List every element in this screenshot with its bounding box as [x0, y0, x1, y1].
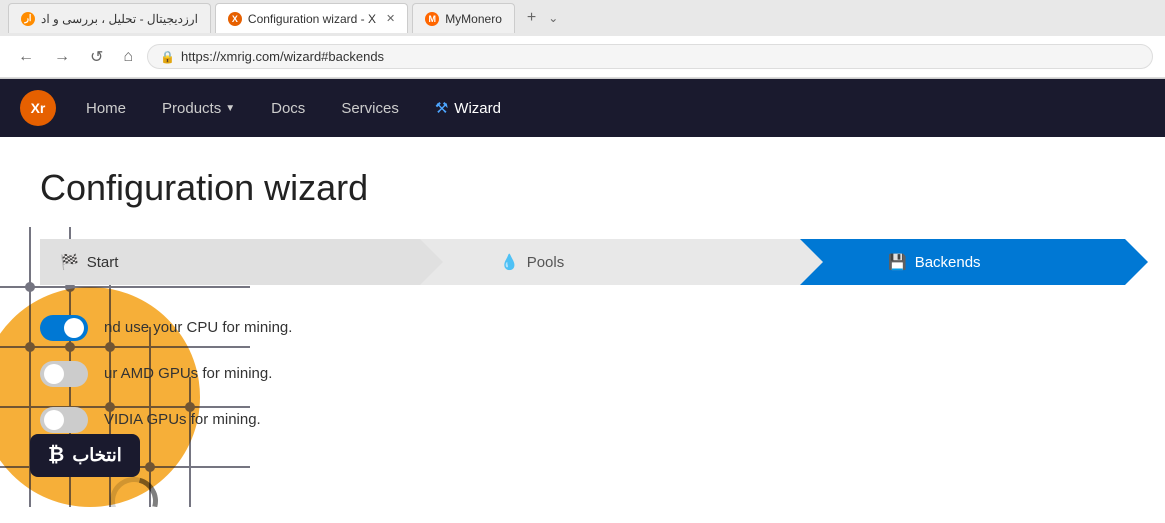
step-pools[interactable]: 💧 Pools [420, 239, 800, 285]
tab-overflow-button[interactable]: ⌄ [548, 11, 558, 25]
browser-chrome: ار ارزدیجیتال - تحلیل ، بررسی و اد X Con… [0, 0, 1165, 79]
tab-1[interactable]: ار ارزدیجیتال - تحلیل ، بررسی و اد [8, 3, 211, 33]
address-text: https://xmrig.com/wizard#backends [181, 49, 1140, 64]
pools-arrow [800, 239, 823, 285]
tab-1-favicon: ار [21, 12, 35, 26]
nvidia-section: VIDIA GPUs for mining. [40, 407, 1125, 433]
start-icon: 🏁 [60, 253, 79, 271]
selection-badge: ₿ انتخاب [30, 434, 140, 477]
site-logo: Xr [20, 90, 56, 126]
tab-bar: ار ارزدیجیتال - تحلیل ، بررسی و اد X Con… [0, 0, 1165, 36]
nav-services[interactable]: Services [327, 92, 413, 125]
backends-arrow [1125, 239, 1148, 285]
cpu-toggle[interactable] [40, 315, 88, 341]
cpu-section: nd use your CPU for mining. [40, 315, 1125, 341]
main-content: Configuration wizard 🏁 Start 💧 Pools 💾 B… [0, 137, 1165, 507]
spinner-container [110, 477, 158, 507]
step-pools-label: 💧 Pools [460, 239, 594, 285]
chevron-down-icon: ▼ [225, 103, 235, 114]
nav-wizard[interactable]: ⚒ Wizard [421, 91, 515, 125]
step-backends-label: 💾 Backends [844, 239, 1011, 285]
amd-toggle[interactable] [40, 361, 88, 387]
loading-spinner [106, 473, 162, 507]
backends-icon: 💾 [888, 253, 907, 271]
amd-section: ur AMD GPUs for mining. [40, 361, 1125, 387]
cpu-slider [40, 315, 88, 341]
tab-3-favicon: M [425, 12, 439, 26]
tab-2-favicon: X [228, 12, 242, 26]
tab-1-title: ارزدیجیتال - تحلیل ، بررسی و اد [41, 12, 198, 26]
forward-button[interactable]: → [48, 44, 76, 70]
home-button[interactable]: ⌂ [117, 44, 139, 70]
step-backends[interactable]: 💾 Backends [800, 239, 1125, 285]
amd-slider [40, 361, 88, 387]
wizard-steps: 🏁 Start 💧 Pools 💾 Backends [40, 239, 1125, 285]
step-start[interactable]: 🏁 Start [40, 239, 420, 285]
tab-3-title: MyMonero [445, 12, 502, 26]
page-title: Configuration wizard [40, 167, 1125, 209]
tab-2-close[interactable]: ✕ [386, 12, 395, 25]
tab-2-title: Configuration wizard - X [248, 12, 376, 26]
content-area: nd use your CPU for mining. ur AMD GPUs … [40, 315, 1125, 433]
pools-icon: 💧 [500, 253, 519, 271]
nav-products[interactable]: Products ▼ [148, 92, 249, 125]
tab-3[interactable]: M MyMonero [412, 3, 515, 33]
amd-description: ur AMD GPUs for mining. [104, 361, 272, 382]
nvidia-slider [40, 407, 88, 433]
step-start-label: 🏁 Start [40, 239, 148, 285]
nvidia-toggle[interactable] [40, 407, 88, 433]
nav-docs[interactable]: Docs [257, 92, 319, 125]
tab-2[interactable]: X Configuration wizard - X ✕ [215, 3, 408, 33]
start-arrow [420, 239, 443, 285]
site-nav: Xr Home Products ▼ Docs Services ⚒ Wizar… [0, 79, 1165, 137]
address-bar[interactable]: 🔒 https://xmrig.com/wizard#backends [147, 44, 1153, 69]
cpu-description: nd use your CPU for mining. [104, 315, 292, 336]
lock-icon: 🔒 [160, 50, 175, 64]
nvidia-description: VIDIA GPUs for mining. [104, 407, 261, 428]
new-tab-button[interactable]: + [519, 9, 544, 27]
refresh-button[interactable]: ↺ [84, 43, 109, 71]
nav-home[interactable]: Home [72, 92, 140, 125]
address-bar-row: ← → ↺ ⌂ 🔒 https://xmrig.com/wizard#backe… [0, 36, 1165, 78]
badge-bitcoin-icon: ₿ [48, 444, 64, 467]
wizard-icon: ⚒ [435, 99, 448, 117]
back-button[interactable]: ← [12, 44, 40, 70]
